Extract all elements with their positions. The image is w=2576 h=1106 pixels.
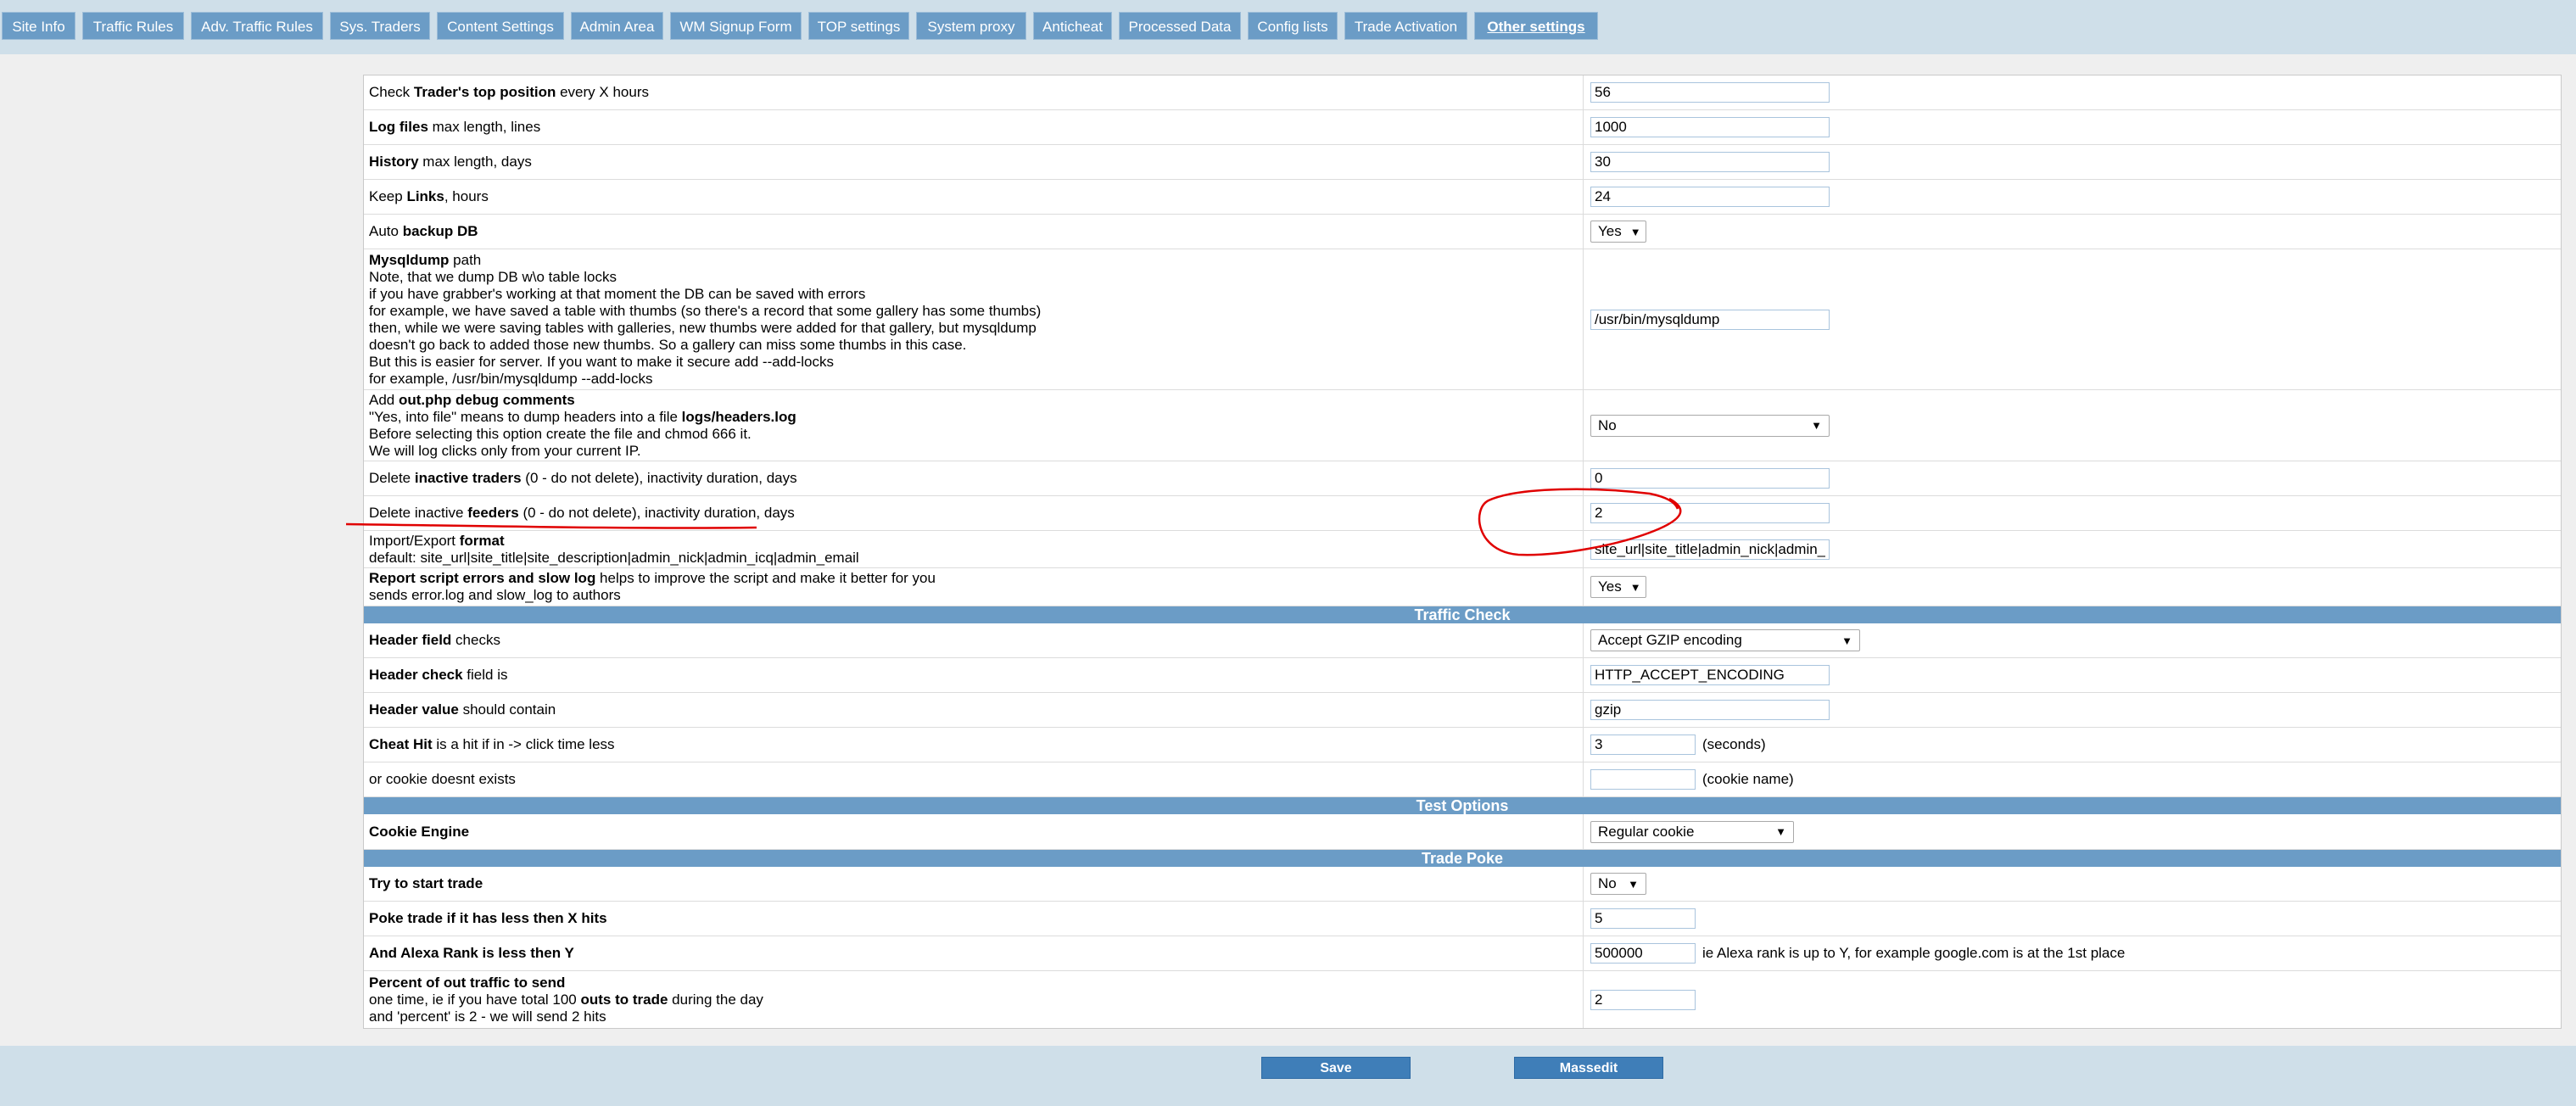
- row-start-trade: Try to start trade No ▼: [364, 867, 2561, 902]
- poke-hits-input[interactable]: [1590, 908, 1696, 929]
- header-value-input[interactable]: [1590, 700, 1830, 720]
- alexa-hint: ie Alexa rank is up to Y, for example go…: [1702, 945, 2126, 961]
- chevron-down-icon: ▼: [1629, 580, 1641, 594]
- cheat-hit-seconds-input[interactable]: [1590, 735, 1696, 755]
- row-label: Header field checks: [364, 623, 1584, 657]
- row-auto-backup: Auto backup DB Yes ▼: [364, 215, 2561, 249]
- tab-system-proxy[interactable]: System proxy: [916, 12, 1026, 40]
- keep-links-input[interactable]: [1590, 187, 1830, 207]
- row-label: And Alexa Rank is less then Y: [364, 936, 1584, 970]
- debug-comments-select[interactable]: No ▼: [1590, 414, 1830, 437]
- auto-backup-select[interactable]: Yes ▼: [1590, 221, 1646, 243]
- row-trader-top: Check Trader's top position every X hour…: [364, 75, 2561, 110]
- row-cookie-engine: Cookie Engine Regular cookie ▼: [364, 814, 2561, 850]
- history-days-input[interactable]: [1590, 152, 1830, 172]
- row-poke-hits: Poke trade if it has less then X hits: [364, 902, 2561, 936]
- row-label: Keep Links, hours: [364, 180, 1584, 214]
- massedit-button[interactable]: Massedit: [1514, 1057, 1663, 1079]
- tab-content-settings[interactable]: Content Settings: [437, 12, 564, 40]
- mysqldump-path-input[interactable]: [1590, 309, 1830, 330]
- row-label: Delete inactive traders (0 - do not dele…: [364, 461, 1584, 495]
- alexa-rank-input[interactable]: [1590, 943, 1696, 964]
- row-label: Mysqldump path Note, that we dump DB w\o…: [364, 249, 1584, 389]
- row-label: Import/Export format default: site_url|s…: [364, 531, 1584, 567]
- delete-traders-input[interactable]: [1590, 468, 1830, 489]
- row-label: Poke trade if it has less then X hits: [364, 902, 1584, 936]
- row-keep-links: Keep Links, hours: [364, 180, 2561, 215]
- row-label: or cookie doesnt exists: [364, 762, 1584, 796]
- tab-wm-signup-form[interactable]: WM Signup Form: [670, 12, 802, 40]
- trader-top-hours-input[interactable]: [1590, 82, 1830, 103]
- row-log-files: Log files max length, lines: [364, 110, 2561, 145]
- row-header-check: Header check field is: [364, 658, 2561, 693]
- tab-traffic-rules[interactable]: Traffic Rules: [82, 12, 184, 40]
- delete-feeders-input[interactable]: [1590, 503, 1830, 523]
- row-cookie-exists: or cookie doesnt exists (cookie name): [364, 762, 2561, 797]
- chevron-down-icon: ▼: [1775, 825, 1786, 838]
- import-format-input[interactable]: [1590, 539, 1830, 560]
- chevron-down-icon: ▼: [1628, 877, 1639, 891]
- row-label: Log files max length, lines: [364, 110, 1584, 144]
- row-label: Header check field is: [364, 658, 1584, 692]
- row-label: Check Trader's top position every X hour…: [364, 75, 1584, 109]
- row-label: History max length, days: [364, 145, 1584, 179]
- row-label: Try to start trade: [364, 867, 1584, 901]
- tab-anticheat[interactable]: Anticheat: [1033, 12, 1112, 40]
- row-label: Delete inactive feeders (0 - do not dele…: [364, 496, 1584, 530]
- row-label: Header value should contain: [364, 693, 1584, 727]
- seconds-label: (seconds): [1702, 736, 1766, 752]
- cookie-name-label: (cookie name): [1702, 771, 1794, 787]
- save-button[interactable]: Save: [1261, 1057, 1411, 1079]
- tab-processed-data[interactable]: Processed Data: [1119, 12, 1241, 40]
- row-delete-feeders: Delete inactive feeders (0 - do not dele…: [364, 496, 2561, 531]
- row-label: Add out.php debug comments "Yes, into fi…: [364, 390, 1584, 461]
- tab-top-settings[interactable]: TOP settings: [808, 12, 909, 40]
- row-label: Cheat Hit is a hit if in -> click time l…: [364, 728, 1584, 762]
- row-mysqldump: Mysqldump path Note, that we dump DB w\o…: [364, 249, 2561, 390]
- tab-other-settings[interactable]: Other settings: [1474, 12, 1598, 40]
- row-header-field: Header field checks Accept GZIP encoding…: [364, 623, 2561, 658]
- row-label: Cookie Engine: [364, 814, 1584, 849]
- row-history: History max length, days: [364, 145, 2561, 180]
- chevron-down-icon: ▼: [1841, 634, 1852, 647]
- chevron-down-icon: ▼: [1629, 225, 1641, 238]
- row-label: Percent of out traffic to send one time,…: [364, 971, 1584, 1028]
- row-header-value: Header value should contain: [364, 693, 2561, 728]
- header-field-select[interactable]: Accept GZIP encoding ▼: [1590, 629, 1860, 651]
- section-test-options: Test Options: [364, 797, 2561, 814]
- tab-adv-traffic-rules[interactable]: Adv. Traffic Rules: [191, 12, 323, 40]
- header-check-input[interactable]: [1590, 665, 1830, 685]
- row-cheat-hit: Cheat Hit is a hit if in -> click time l…: [364, 728, 2561, 762]
- row-report-errors: Report script errors and slow log helps …: [364, 568, 2561, 606]
- row-delete-traders: Delete inactive traders (0 - do not dele…: [364, 461, 2561, 496]
- section-traffic-check: Traffic Check: [364, 606, 2561, 623]
- cookie-engine-select[interactable]: Regular cookie ▼: [1590, 820, 1794, 843]
- tab-trade-activation[interactable]: Trade Activation: [1344, 12, 1467, 40]
- log-files-input[interactable]: [1590, 117, 1830, 137]
- row-label: Auto backup DB: [364, 215, 1584, 249]
- start-trade-select[interactable]: No ▼: [1590, 873, 1646, 895]
- report-errors-select[interactable]: Yes ▼: [1590, 576, 1646, 598]
- tab-sys-traders[interactable]: Sys. Traders: [330, 12, 430, 40]
- row-debug-comments: Add out.php debug comments "Yes, into fi…: [364, 390, 2561, 461]
- cookie-name-input[interactable]: [1590, 769, 1696, 790]
- percent-traffic-input[interactable]: [1590, 989, 1696, 1010]
- row-alexa-rank: And Alexa Rank is less then Y ie Alexa r…: [364, 936, 2561, 971]
- tab-admin-area[interactable]: Admin Area: [571, 12, 663, 40]
- tab-config-lists[interactable]: Config lists: [1248, 12, 1338, 40]
- row-percent-traffic: Percent of out traffic to send one time,…: [364, 971, 2561, 1028]
- settings-table: Check Trader's top position every X hour…: [363, 75, 2562, 1029]
- tab-site-info[interactable]: Site Info: [2, 12, 75, 40]
- section-trade-poke: Trade Poke: [364, 850, 2561, 867]
- row-label: Report script errors and slow log helps …: [364, 568, 1584, 606]
- chevron-down-icon: ▼: [1811, 419, 1822, 432]
- tab-bar: Site Info Traffic Rules Adv. Traffic Rul…: [0, 0, 2576, 54]
- row-import-format: Import/Export format default: site_url|s…: [364, 531, 2561, 568]
